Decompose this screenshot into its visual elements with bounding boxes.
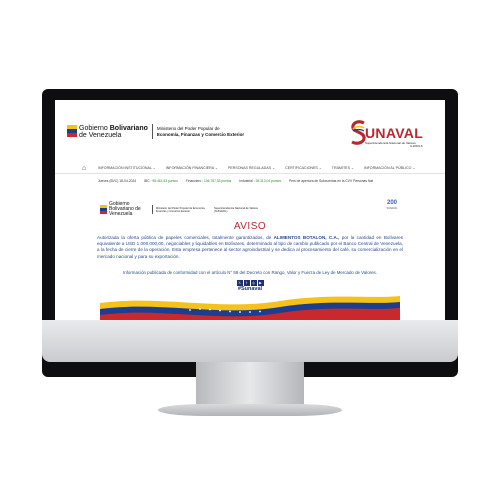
site-header: Gobierno Bolivariano de Venezuela Minist…	[55, 100, 445, 156]
venezuela-flag-icon	[67, 125, 77, 138]
ticker-note[interactable]: Pers de apertura de Subcuentas en la CVV…	[289, 179, 373, 183]
market-ticker: Jueves (BVC) 18-04-2024 IBC : 98.461,53 …	[55, 177, 445, 185]
flag-wave-banner	[100, 296, 400, 320]
nav-institutional[interactable]: INFORMACIÓN INSTITUCIONAL ⌄	[98, 166, 156, 170]
sunaval-wordmark: UNAVAL	[365, 125, 424, 141]
aviso-legal-note: Información publicada de conformidad con…	[123, 270, 377, 275]
sunaval-logo[interactable]: UNAVAL Superintendencia Nacional de Valo…	[350, 120, 430, 152]
ticker-financial: Financiero : 106.787,53 puntos	[185, 179, 232, 183]
nav-financial[interactable]: INFORMACIÓN FINANCIERA ⌄	[166, 166, 218, 170]
ticker-ibc: IBC : 98.461,53 puntos	[144, 179, 178, 183]
nav-public-info[interactable]: INFORMACIÓN AL PÚBLICO ⌄	[364, 166, 415, 170]
nav-procedures[interactable]: TRÁMITES ⌄	[332, 166, 354, 170]
ministry-name: Ministerio del Poder Popular de Economía…	[156, 126, 245, 137]
aviso-gov-name: Gobierno Bolivariano de Venezuela	[109, 201, 141, 217]
government-name: Gobierno Bolivariano de Venezuela	[79, 124, 148, 139]
logo-divider	[151, 124, 153, 139]
social-links: 𝕏 f ◎ ▶ #Sunaval	[230, 280, 270, 293]
sunaval-rif: G-20001-8	[410, 145, 423, 148]
home-icon[interactable]: ⌂	[82, 165, 92, 172]
ticker-date: Jueves (BVC) 18-04-2024	[98, 179, 137, 183]
hashtag: #Sunaval	[237, 286, 263, 292]
monitor-chin	[42, 320, 458, 362]
aviso-body: Autorizada la oferta pública de papeles …	[97, 235, 403, 259]
nav-certifications[interactable]: CERTIFICACIONES ⌄	[285, 166, 322, 170]
aviso-sunaval-name: Superintendencia Nacional de Valores (SU…	[214, 206, 258, 213]
monitor-stand-base	[158, 404, 342, 416]
aviso-title: AVISO	[233, 221, 267, 232]
aviso-logos-left: Gobierno Bolivariano de Venezuela Minist…	[100, 202, 264, 217]
venezuela-flag-icon	[100, 205, 107, 214]
website-screen: Gobierno Bolivariano de Venezuela Minist…	[55, 100, 445, 320]
logo-divider	[152, 205, 153, 214]
aviso-logo-strip: Gobierno Bolivariano de Venezuela Minist…	[100, 200, 400, 217]
ticker-industrial: Industrial : 28.313,04 puntos	[239, 179, 281, 183]
main-nav: ⌂ INFORMACIÓN INSTITUCIONAL ⌄ INFORMACIÓ…	[55, 163, 445, 174]
aviso-ministry-name: Ministerio del Poder Popular de Economía…	[156, 206, 206, 213]
monitor-stand-neck	[196, 362, 304, 408]
nav-regulated[interactable]: PERSONAS REGULADAS ⌄	[228, 166, 275, 170]
government-logo[interactable]: Gobierno Bolivariano de Venezuela Minist…	[67, 124, 244, 139]
anniversary-logo: 200 SUNAVAL	[386, 200, 398, 210]
